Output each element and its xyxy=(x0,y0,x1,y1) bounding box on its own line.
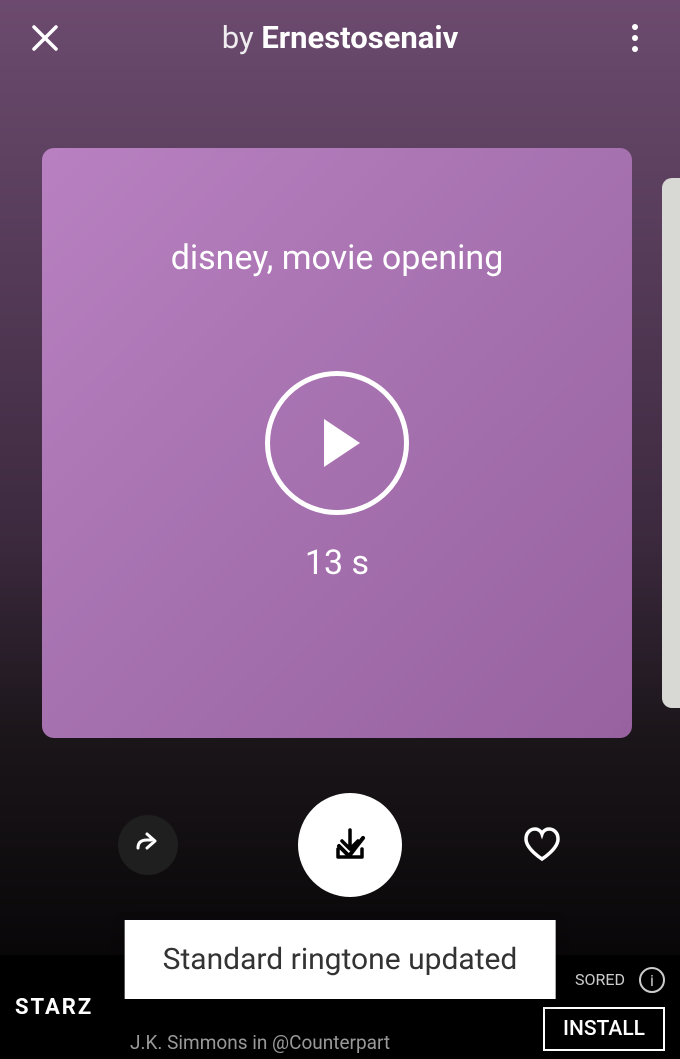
close-icon xyxy=(30,23,60,53)
next-card-peek[interactable] xyxy=(662,178,680,708)
info-icon: i xyxy=(650,971,654,990)
ad-info-button[interactable]: i xyxy=(639,967,665,993)
close-button[interactable] xyxy=(25,18,65,58)
action-bar xyxy=(0,793,680,897)
toast-notification: Standard ringtone updated xyxy=(125,920,556,999)
share-button[interactable] xyxy=(118,815,178,875)
ringtone-card: disney, movie opening 13 s xyxy=(42,148,632,738)
ad-logo: STARZ xyxy=(15,995,93,1020)
card-carousel[interactable]: disney, movie opening 13 s xyxy=(0,75,680,738)
sponsored-label: SORED xyxy=(575,970,625,989)
set-ringtone-button[interactable] xyxy=(298,793,402,897)
more-options-button[interactable] xyxy=(615,18,655,58)
install-button[interactable]: INSTALL xyxy=(543,1007,665,1051)
heart-icon xyxy=(522,825,562,865)
vertical-dots-icon xyxy=(632,24,638,30)
share-icon xyxy=(133,830,163,860)
download-icon xyxy=(329,824,371,866)
by-label: by xyxy=(222,19,254,56)
play-icon xyxy=(324,419,360,467)
ringtone-duration: 13 s xyxy=(305,543,369,583)
ringtone-title: disney, movie opening xyxy=(171,238,504,278)
favorite-button[interactable] xyxy=(522,825,562,865)
author-name[interactable]: Ernestosenaiv xyxy=(261,19,458,56)
ad-subtitle: J.K. Simmons in @Counterpart xyxy=(130,1031,390,1054)
play-button[interactable] xyxy=(265,371,409,515)
app-header: by Ernestosenaiv xyxy=(0,0,680,75)
page-title: by Ernestosenaiv xyxy=(65,19,615,56)
